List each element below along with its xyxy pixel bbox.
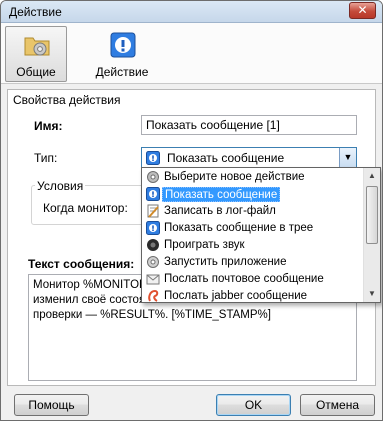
list-item[interactable]: Записать в лог-файл: [143, 203, 363, 220]
folder-gear-icon: [24, 37, 50, 56]
dropdown-scrollbar[interactable]: ▲ ▼: [363, 168, 380, 302]
type-label: Тип:: [34, 151, 58, 165]
help-button[interactable]: Помощь: [14, 394, 89, 416]
tab-general[interactable]: Общие: [5, 26, 67, 82]
type-select-value: Показать сообщение: [167, 151, 285, 165]
scroll-up-icon[interactable]: ▲: [364, 168, 380, 184]
window-title: Действие: [9, 5, 62, 19]
list-item[interactable]: Послать jabber сообщение: [143, 288, 363, 305]
info-icon: [146, 187, 160, 201]
list-item-label: Запустить приложение: [164, 256, 287, 268]
gear-icon: [147, 256, 159, 268]
name-field[interactable]: Показать сообщение [1]: [141, 115, 357, 135]
list-item-label: Послать jabber сообщение: [164, 290, 308, 302]
list-item-label: Выберите новое действие: [164, 171, 305, 183]
scroll-down-icon[interactable]: ▼: [364, 286, 380, 302]
list-item[interactable]: Проиграть звук: [143, 237, 363, 254]
gear-icon: [147, 171, 159, 183]
message-label: Текст сообщения:: [28, 257, 135, 271]
tab-general-label: Общие: [16, 65, 56, 79]
list-item-label: Показать сообщение: [162, 187, 281, 202]
list-item-selected[interactable]: Показать сообщение: [143, 186, 363, 203]
type-dropdown-list: Выберите новое действие Показать сообщен…: [141, 167, 381, 303]
list-item[interactable]: Показать сообщение в трее: [143, 220, 363, 237]
speaker-icon: [147, 239, 159, 251]
list-item-label: Проиграть звук: [164, 239, 245, 251]
cancel-button[interactable]: Отмена: [300, 394, 375, 416]
ok-button[interactable]: OK: [216, 394, 291, 416]
list-item[interactable]: Выберите новое действие: [143, 169, 363, 186]
message-line: проверки — %RESULT%. [%TIME_STAMP%]: [33, 309, 271, 321]
close-button[interactable]: ✕: [349, 2, 376, 19]
tab-action[interactable]: Действие: [91, 26, 153, 82]
info-icon: [146, 151, 160, 165]
tab-action-label: Действие: [95, 65, 149, 79]
list-item-label: Показать сообщение в трее: [164, 222, 314, 234]
when-monitor-label: Когда монитор:: [43, 201, 128, 215]
mail-icon: [146, 274, 160, 285]
type-select[interactable]: Показать сообщение ▼: [141, 147, 357, 168]
info-icon: [146, 221, 160, 235]
chevron-down-icon[interactable]: ▼: [339, 148, 356, 167]
jabber-icon: [148, 289, 159, 302]
title-bar[interactable]: Действие ✕: [1, 1, 382, 23]
conditions-title: Условия: [35, 179, 86, 193]
toolbar: Общие Действие: [1, 23, 382, 84]
info-icon: [110, 32, 136, 58]
list-item[interactable]: Запустить приложение: [143, 254, 363, 271]
log-file-icon: [147, 204, 159, 218]
section-title: Свойства действия: [13, 93, 121, 107]
name-label: Имя:: [34, 119, 63, 133]
list-item[interactable]: Послать почтовое сообщение: [143, 271, 363, 288]
scroll-thumb[interactable]: [366, 186, 378, 244]
list-item-label: Записать в лог-файл: [164, 205, 276, 217]
dialog-window: Действие ✕ Общие Действие Свойства дейст…: [0, 0, 383, 421]
list-item-label: Послать почтовое сообщение: [164, 273, 324, 285]
